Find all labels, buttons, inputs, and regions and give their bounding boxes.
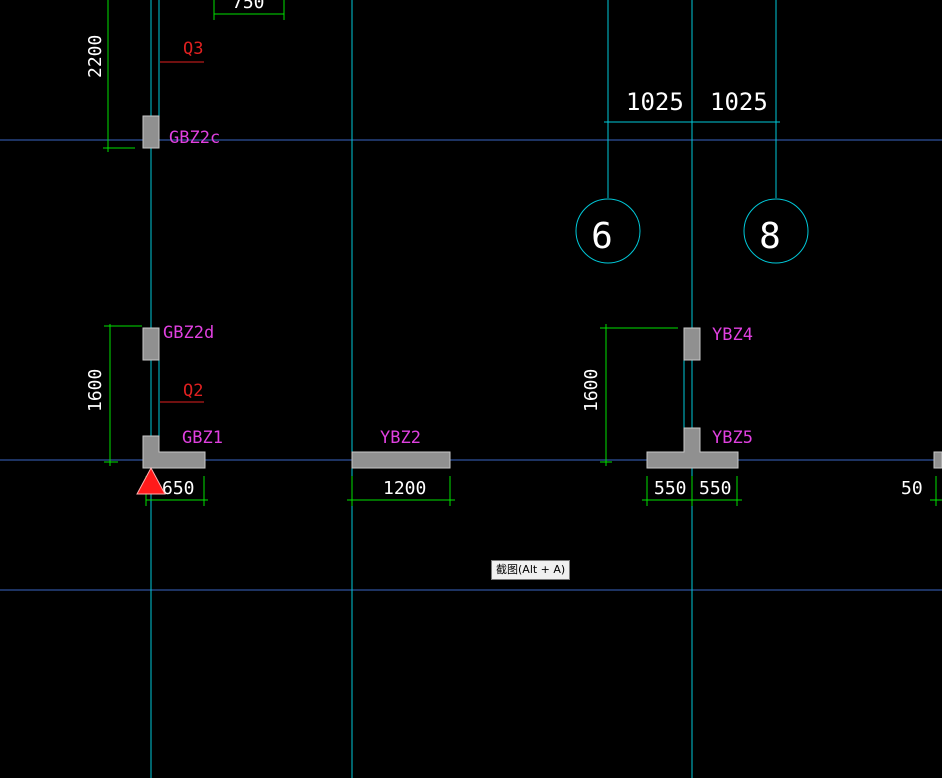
- warning-triangle-icon[interactable]: [136, 466, 166, 495]
- axis-bubble-6-label: 6: [591, 216, 613, 257]
- dim-1025-left: 1025: [626, 88, 684, 116]
- label-ybz4[interactable]: YBZ4: [712, 325, 753, 345]
- dim-1600-left: 1600: [85, 369, 106, 412]
- cad-drawing-canvas[interactable]: 6 8 750 2200 1025 1025 1600 1600 650 120…: [0, 0, 942, 778]
- label-ybz5[interactable]: YBZ5: [712, 428, 753, 448]
- wall-ybz2[interactable]: [351, 451, 451, 469]
- label-q3[interactable]: Q3: [183, 39, 203, 59]
- dim-1600-right: 1600: [581, 369, 602, 412]
- wall-ybz4[interactable]: [683, 327, 701, 361]
- dim-650: 650: [162, 478, 195, 499]
- wall-edge-partial[interactable]: [933, 451, 942, 469]
- label-gbz1[interactable]: GBZ1: [182, 428, 223, 448]
- dim-1200: 1200: [383, 478, 426, 499]
- dimension-1025-line: [604, 116, 780, 128]
- label-gbz2d[interactable]: GBZ2d: [163, 323, 214, 343]
- red-leaders: [160, 61, 204, 403]
- axis-bubble-6[interactable]: 6: [575, 198, 641, 264]
- wall-blocks: [142, 115, 942, 469]
- dim-1025-right: 1025: [710, 88, 768, 116]
- dim-50-edge: 50: [901, 478, 923, 499]
- label-gbz2c[interactable]: GBZ2c: [169, 128, 220, 148]
- vertical-axis-lines: [150, 0, 777, 778]
- axis-bubble-8[interactable]: 8: [743, 198, 809, 264]
- label-q2[interactable]: Q2: [183, 381, 203, 401]
- wall-gbz2c[interactable]: [142, 115, 160, 149]
- dim-550-right: 550: [699, 478, 732, 499]
- dim-2200: 2200: [85, 35, 106, 78]
- screenshot-tooltip: 截图(Alt + A): [491, 560, 571, 580]
- horizontal-axis-lines: [0, 139, 942, 591]
- dim-550-left: 550: [654, 478, 687, 499]
- wall-gbz2d[interactable]: [142, 327, 160, 361]
- dimension-texts: 750 2200 1025 1025 1600 1600 650 1200 55…: [85, 0, 923, 499]
- dim-750-partial: 750: [232, 0, 265, 13]
- label-ybz2[interactable]: YBZ2: [380, 428, 421, 448]
- axis-bubble-8-label: 8: [759, 216, 781, 257]
- dimension-lines: [103, 0, 942, 506]
